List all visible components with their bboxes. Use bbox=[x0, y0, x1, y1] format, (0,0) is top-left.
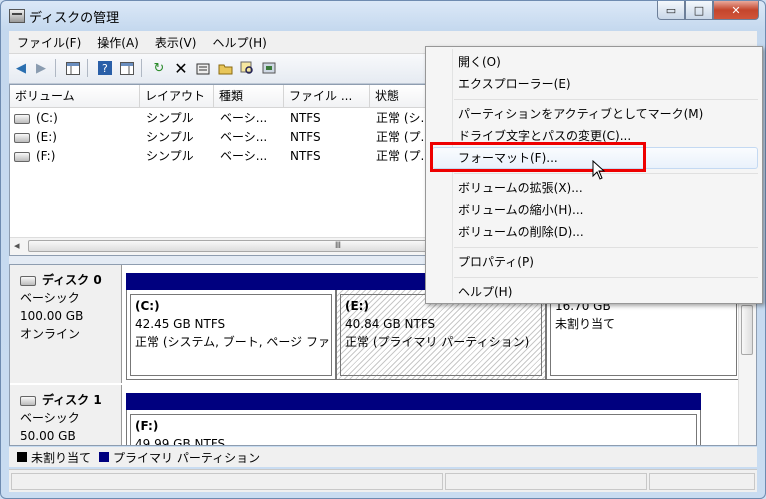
highlight-box bbox=[430, 142, 646, 172]
scroll-left-arrow-icon[interactable]: ◂ bbox=[14, 239, 20, 252]
partition-c[interactable]: (C:) 42.45 GB NTFS 正常 (システム, ブート, ページ ファ bbox=[126, 273, 336, 380]
partition-f[interactable]: (F:) 49.99 GB NTFS bbox=[126, 393, 701, 446]
mouse-cursor-icon bbox=[592, 160, 606, 180]
partition-label: (C:) bbox=[135, 299, 160, 313]
volume-name: (F:) bbox=[36, 149, 56, 163]
partition-size: 40.84 GB NTFS bbox=[345, 317, 436, 331]
disk-0-info[interactable]: ディスク 0 ベーシック 100.00 GB オンライン bbox=[10, 265, 122, 383]
filesystem-cell: NTFS bbox=[290, 130, 321, 144]
column-header-filesystem[interactable]: ファイル ... bbox=[284, 85, 370, 107]
legend-label-primary: プライマリ パーティション bbox=[113, 450, 261, 465]
menu-item-properties[interactable]: プロパティ(P) bbox=[458, 251, 534, 273]
partition-size: 42.45 GB NTFS bbox=[135, 317, 226, 331]
disk-kind: ベーシック bbox=[20, 291, 80, 305]
back-arrow-icon[interactable]: ◀ bbox=[13, 60, 29, 76]
status-cell: 正常 (プ... bbox=[376, 149, 432, 163]
legend-label-unallocated: 未割り当て bbox=[31, 450, 92, 465]
menu-action[interactable]: 操作(A) bbox=[89, 34, 147, 51]
open-folder-icon[interactable] bbox=[217, 60, 233, 76]
console-tree-icon[interactable] bbox=[65, 60, 81, 76]
menu-item-open[interactable]: 開く(O) bbox=[458, 51, 501, 73]
legend: 未割り当て プライマリ パーティション bbox=[9, 447, 757, 467]
menu-help[interactable]: ヘルプ(H) bbox=[204, 34, 274, 51]
drive-icon bbox=[14, 151, 30, 162]
drive-icon bbox=[14, 113, 30, 124]
close-button[interactable]: ✕ bbox=[713, 1, 759, 20]
window-title: ディスクの管理 bbox=[29, 11, 120, 26]
volume-name: (C:) bbox=[36, 111, 58, 125]
explore-icon[interactable] bbox=[239, 60, 255, 76]
disk-state: オンライン bbox=[20, 327, 81, 341]
column-header-type[interactable]: 種類 bbox=[214, 85, 284, 107]
vertical-scroll-thumb[interactable] bbox=[741, 305, 753, 355]
menu-view[interactable]: 表示(V) bbox=[147, 34, 205, 51]
menu-file[interactable]: ファイル(F) bbox=[9, 34, 89, 51]
legend-swatch-primary bbox=[99, 452, 110, 462]
disk-icon bbox=[20, 395, 36, 406]
disk-size: 50.00 GB bbox=[20, 429, 76, 443]
status-pane bbox=[445, 473, 647, 490]
help-icon[interactable]: ? bbox=[97, 60, 113, 76]
partition-label: (F:) bbox=[135, 419, 159, 433]
menu-item-explorer[interactable]: エクスプローラー(E) bbox=[458, 73, 571, 95]
menu-item-mark-active[interactable]: パーティションをアクティブとしてマーク(M) bbox=[458, 103, 703, 125]
minimize-button[interactable]: ▭ bbox=[657, 1, 685, 20]
forward-arrow-icon[interactable]: ▶ bbox=[33, 60, 49, 76]
column-header-volume[interactable]: ボリューム bbox=[10, 85, 140, 107]
drive-icon bbox=[14, 132, 30, 143]
type-cell: ベーシ... bbox=[220, 111, 268, 125]
delete-icon[interactable]: ✕ bbox=[173, 59, 189, 78]
status-cell: 正常 (シ... bbox=[376, 111, 432, 125]
disk-size: 100.00 GB bbox=[20, 309, 84, 323]
menu-item-help[interactable]: ヘルプ(H) bbox=[458, 281, 512, 303]
menu-separator bbox=[454, 99, 758, 100]
status-pane bbox=[11, 473, 443, 490]
maximize-button[interactable]: □ bbox=[685, 1, 713, 20]
layout-cell: シンプル bbox=[146, 130, 194, 144]
disk-name: ディスク 1 bbox=[42, 393, 102, 407]
properties-icon[interactable] bbox=[195, 60, 211, 76]
layout-cell: シンプル bbox=[146, 111, 194, 125]
menu-separator bbox=[454, 277, 758, 278]
disk-1-info[interactable]: ディスク 1 ベーシック 50.00 GB bbox=[10, 385, 122, 445]
column-header-layout[interactable]: レイアウト bbox=[140, 85, 214, 107]
filesystem-cell: NTFS bbox=[290, 111, 321, 125]
disk-kind: ベーシック bbox=[20, 411, 80, 425]
filesystem-cell: NTFS bbox=[290, 149, 321, 163]
status-pane bbox=[649, 473, 755, 490]
svg-text:?: ? bbox=[102, 62, 108, 75]
disk-icon bbox=[20, 275, 36, 286]
rescan-disk-icon[interactable] bbox=[261, 60, 277, 76]
caption-buttons: ▭ □ ✕ bbox=[657, 1, 759, 21]
menu-separator bbox=[454, 173, 758, 174]
disk-management-app-icon bbox=[9, 9, 25, 23]
menu-item-delete-volume[interactable]: ボリュームの削除(D)... bbox=[458, 221, 584, 243]
status-cell: 正常 (プ... bbox=[376, 130, 432, 144]
partition-status: 正常 (プライマリ パーティション) bbox=[345, 335, 530, 349]
menu-gutter bbox=[452, 49, 453, 301]
refresh-icon[interactable]: ↻ bbox=[151, 60, 167, 76]
partition-status: 未割り当て bbox=[555, 317, 616, 331]
title-bar[interactable]: ディスクの管理 ▭ □ ✕ bbox=[1, 1, 765, 31]
type-cell: ベーシ... bbox=[220, 149, 268, 163]
legend-swatch-unallocated bbox=[17, 452, 27, 462]
status-bar bbox=[9, 469, 757, 492]
volume-name: (E:) bbox=[36, 130, 57, 144]
properties-pane-icon[interactable] bbox=[119, 60, 135, 76]
partition-status: 正常 (システム, ブート, ページ ファ bbox=[135, 335, 330, 349]
disk-name: ディスク 0 bbox=[42, 273, 102, 287]
layout-cell: シンプル bbox=[146, 149, 194, 163]
menu-item-shrink-volume[interactable]: ボリュームの縮小(H)... bbox=[458, 199, 583, 221]
scroll-grip-icon: Ⅲ bbox=[334, 241, 342, 251]
menu-item-extend-volume[interactable]: ボリュームの拡張(X)... bbox=[458, 177, 583, 199]
menu-separator bbox=[454, 247, 758, 248]
partition-size: 49.99 GB NTFS bbox=[135, 437, 226, 446]
type-cell: ベーシ... bbox=[220, 130, 268, 144]
